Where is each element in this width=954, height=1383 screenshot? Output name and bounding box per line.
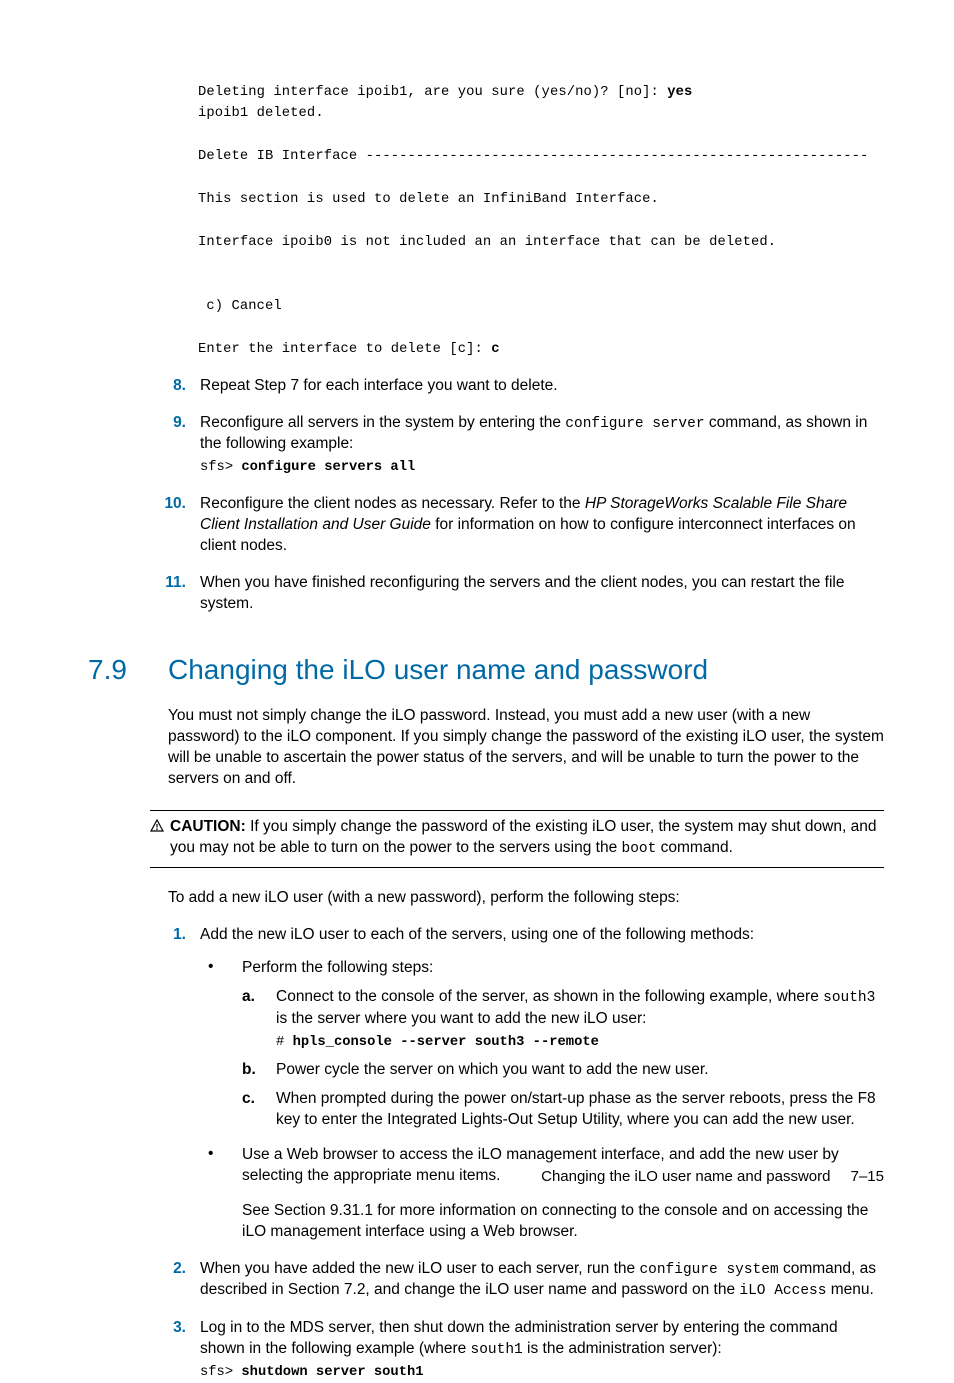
section-heading: 7.9 Changing the iLO user name and passw… — [88, 651, 884, 689]
inline-code: configure system — [639, 1262, 778, 1278]
command-line: sfs> configure servers all — [200, 459, 884, 478]
code-input: c — [491, 342, 499, 357]
step-number: 9. — [88, 413, 200, 478]
command: configure servers all — [241, 460, 415, 475]
code-block-delete-interface: Deleting interface ipoib1, are you sure … — [198, 82, 884, 360]
step-number: 2. — [88, 1259, 200, 1302]
substep-number: a. — [242, 987, 276, 1052]
bullet-body: Use a Web browser to access the iLO mana… — [242, 1145, 884, 1243]
list-item: c. When prompted during the power on/sta… — [242, 1089, 884, 1131]
page-number: 7–15 — [851, 1168, 884, 1185]
list-item: b. Power cycle the server on which you w… — [242, 1060, 884, 1081]
bullet-body: Perform the following steps: a. Connect … — [242, 958, 884, 1131]
code-line: c) Cancel — [198, 299, 282, 314]
code-input: yes — [667, 85, 692, 100]
list-item: 3. Log in to the MDS server, then shut d… — [88, 1318, 884, 1383]
substep-body: Connect to the console of the server, as… — [276, 987, 884, 1052]
inline-code: south1 — [471, 1342, 523, 1358]
steps-intro: To add a new iLO user (with a new passwo… — [168, 888, 884, 909]
step-body: Reconfigure all servers in the system by… — [200, 413, 884, 478]
text: Add the new iLO user to each of the serv… — [200, 926, 754, 943]
text: is the server where you want to add the … — [276, 1010, 646, 1027]
ordered-list-steps: 8. Repeat Step 7 for each interface you … — [88, 376, 884, 615]
step-body: When you have added the new iLO user to … — [200, 1259, 884, 1302]
caution-text: command. — [656, 839, 733, 856]
list-item: 8. Repeat Step 7 for each interface you … — [88, 376, 884, 397]
step-number: 11. — [88, 573, 200, 615]
page-footer: Changing the iLO user name and password … — [541, 1167, 884, 1187]
text: is the administration server): — [523, 1340, 722, 1357]
step-body: Log in to the MDS server, then shut down… — [200, 1318, 884, 1383]
bullet-list: • Perform the following steps: a. Connec… — [200, 958, 884, 1242]
inline-code: iLO Access — [739, 1283, 826, 1299]
caution-body: CAUTION: If you simply change the passwo… — [170, 817, 884, 859]
list-item: • Perform the following steps: a. Connec… — [200, 958, 884, 1131]
text: Connect to the console of the server, as… — [276, 988, 823, 1005]
list-item: • Use a Web browser to access the iLO ma… — [200, 1145, 884, 1243]
bullet-mark: • — [200, 1145, 242, 1243]
prompt: sfs> — [200, 1365, 241, 1380]
sub-ordered-list: a. Connect to the console of the server,… — [242, 987, 884, 1131]
footer-label: Changing the iLO user name and password — [541, 1168, 830, 1185]
step-body: Reconfigure the client nodes as necessar… — [200, 494, 884, 557]
text: menu. — [826, 1281, 873, 1298]
text: Perform the following steps: — [242, 959, 433, 976]
command-line: # hpls_console --server south3 --remote — [276, 1034, 884, 1053]
list-item: 9. Reconfigure all servers in the system… — [88, 413, 884, 478]
ordered-list-ilo-steps: 1. Add the new iLO user to each of the s… — [88, 925, 884, 1383]
substep-number: b. — [242, 1060, 276, 1081]
code-line: Interface ipoib0 is not included an an i… — [198, 235, 776, 250]
list-item: 2. When you have added the new iLO user … — [88, 1259, 884, 1302]
list-item: 11. When you have finished reconfiguring… — [88, 573, 884, 615]
substep-body: Power cycle the server on which you want… — [276, 1060, 884, 1081]
command-line: sfs> shutdown server south1 — [200, 1364, 884, 1383]
list-item: 10. Reconfigure the client nodes as nece… — [88, 494, 884, 557]
inline-code: configure server — [565, 416, 704, 432]
section-number: 7.9 — [88, 651, 168, 689]
prompt: sfs> — [200, 460, 241, 475]
page: Deleting interface ipoib1, are you sure … — [0, 0, 954, 1235]
step-body: Add the new iLO user to each of the serv… — [200, 925, 884, 1242]
caution-label: CAUTION: — [170, 818, 246, 835]
code-line: ipoib1 deleted. — [198, 106, 324, 121]
caution-box: CAUTION: If you simply change the passwo… — [150, 810, 884, 868]
code-line: Deleting interface ipoib1, are you sure … — [198, 85, 667, 100]
list-item: a. Connect to the console of the server,… — [242, 987, 884, 1052]
inline-code: boot — [622, 841, 657, 857]
section-title: Changing the iLO user name and password — [168, 651, 708, 689]
code-line: Delete IB Interface --------------------… — [198, 149, 868, 164]
text: See Section 9.31.1 for more information … — [242, 1201, 884, 1243]
intro-paragraph: You must not simply change the iLO passw… — [168, 706, 884, 790]
substep-number: c. — [242, 1089, 276, 1131]
code-line: This section is used to delete an Infini… — [198, 192, 659, 207]
step-number: 8. — [88, 376, 200, 397]
text: When you have added the new iLO user to … — [200, 1260, 639, 1277]
text: Reconfigure the client nodes as necessar… — [200, 495, 585, 512]
list-item: 1. Add the new iLO user to each of the s… — [88, 925, 884, 1242]
prompt: # — [276, 1035, 293, 1050]
caution-icon — [150, 817, 166, 859]
command: hpls_console --server south3 --remote — [293, 1035, 599, 1050]
step-number: 10. — [88, 494, 200, 557]
code-line: Enter the interface to delete [c]: — [198, 342, 491, 357]
step-number: 3. — [88, 1318, 200, 1383]
step-body: Repeat Step 7 for each interface you wan… — [200, 376, 884, 397]
step-body: When you have finished reconfiguring the… — [200, 573, 884, 615]
substep-body: When prompted during the power on/start-… — [276, 1089, 884, 1131]
text: Reconfigure all servers in the system by… — [200, 414, 565, 431]
caution-text: If you simply change the password of the… — [170, 818, 876, 856]
command: shutdown server south1 — [241, 1365, 423, 1380]
bullet-mark: • — [200, 958, 242, 1131]
inline-code: south3 — [823, 990, 875, 1006]
step-number: 1. — [88, 925, 200, 1242]
